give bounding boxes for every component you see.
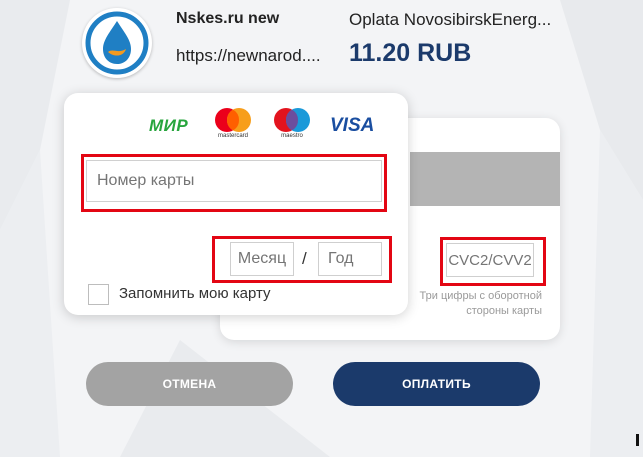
maestro-logo: maestro <box>272 106 312 146</box>
merchant-url: https://newnarod.... <box>176 46 321 65</box>
merchant-logo <box>82 8 152 78</box>
visa-logo: VISA <box>330 115 375 136</box>
mir-logo: МИР <box>149 116 189 135</box>
maestro-icon <box>274 108 310 132</box>
payment-amount: 11.20 RUB <box>349 39 472 67</box>
order-description: Oplata NovosibirskEnerg... <box>349 10 552 29</box>
remember-card-checkbox[interactable] <box>88 284 109 305</box>
text-cursor-mark <box>636 434 639 446</box>
mastercard-label: mastercard <box>217 133 248 139</box>
remember-card-label: Запомнить мою карту <box>119 285 271 302</box>
cvc-hint: Три цифры с оборотной стороны карты <box>419 290 542 317</box>
maestro-label: maestro <box>281 133 303 139</box>
mastercard-icon <box>215 108 251 132</box>
expiry-highlight <box>212 236 392 283</box>
merchant-name: Nskes.ru new <box>176 10 280 27</box>
pay-button[interactable]: ОПЛАТИТЬ <box>333 362 540 406</box>
card-number-highlight <box>81 154 387 212</box>
cvc-highlight <box>440 237 546 286</box>
cancel-button[interactable]: ОТМЕНА <box>86 362 293 406</box>
magnetic-stripe <box>410 152 560 206</box>
mastercard-logo: mastercard <box>213 106 253 146</box>
water-drop-icon <box>85 11 149 75</box>
